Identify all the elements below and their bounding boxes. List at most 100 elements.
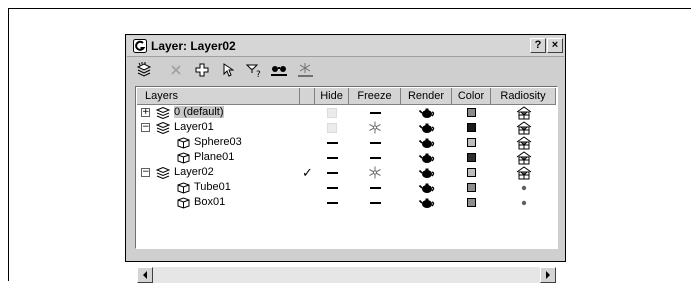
row-name[interactable]: Box01 bbox=[194, 196, 225, 208]
layer-icon bbox=[155, 120, 171, 135]
color-swatch-cell[interactable] bbox=[452, 135, 491, 150]
color-swatch-cell[interactable] bbox=[452, 105, 491, 120]
color-swatch bbox=[467, 153, 476, 162]
render-toggle[interactable] bbox=[401, 105, 452, 120]
row-name[interactable]: Layer01 bbox=[174, 121, 214, 133]
column-header-radiosity[interactable]: Radiosity bbox=[491, 88, 556, 105]
render-toggle[interactable] bbox=[401, 195, 452, 210]
create-layer-icon[interactable] bbox=[134, 60, 154, 80]
expand-toggle[interactable]: + bbox=[141, 108, 150, 117]
object-icon bbox=[175, 135, 191, 150]
active-layer-checkmark[interactable] bbox=[300, 105, 315, 120]
radiosity-toggle[interactable] bbox=[491, 195, 556, 210]
active-layer-checkmark[interactable] bbox=[300, 180, 315, 195]
select-objects-icon[interactable] bbox=[218, 60, 238, 80]
radiosity-toggle[interactable] bbox=[491, 120, 556, 135]
hide-toggle[interactable] bbox=[315, 135, 349, 150]
hide-toggle[interactable] bbox=[315, 120, 349, 135]
row-name[interactable]: Plane01 bbox=[194, 151, 234, 163]
column-header-hide[interactable]: Hide bbox=[315, 88, 349, 105]
row-name[interactable]: Sphere03 bbox=[194, 136, 242, 148]
color-swatch-cell[interactable] bbox=[452, 150, 491, 165]
column-header-render[interactable]: Render bbox=[401, 88, 452, 105]
render-toggle[interactable] bbox=[401, 165, 452, 180]
hide-toggle[interactable] bbox=[315, 105, 349, 120]
column-header-layers[interactable]: Layers bbox=[137, 88, 300, 105]
radiosity-toggle[interactable] bbox=[491, 165, 556, 180]
freeze-toggle[interactable] bbox=[349, 135, 401, 150]
color-swatch bbox=[467, 168, 476, 177]
expand-toggle[interactable]: − bbox=[141, 123, 150, 132]
title-bar[interactable]: Layer: Layer02 ? × bbox=[127, 36, 564, 57]
freeze-toggle[interactable] bbox=[349, 195, 401, 210]
freeze-toggle[interactable] bbox=[349, 105, 401, 120]
list-rows: +0 (default) − Layer01 Sphere03 Plane01 − Laye… bbox=[137, 105, 556, 210]
render-toggle[interactable] bbox=[401, 180, 452, 195]
active-layer-checkmark[interactable]: ✓ bbox=[300, 165, 315, 180]
add-to-layer-icon[interactable] bbox=[192, 60, 212, 80]
active-layer-checkmark[interactable] bbox=[300, 120, 315, 135]
radiosity-toggle[interactable] bbox=[491, 150, 556, 165]
hide-toggle[interactable] bbox=[315, 165, 349, 180]
layer-toolbar: ? bbox=[134, 58, 394, 84]
freeze-all-icon[interactable] bbox=[296, 60, 316, 80]
arrow-left-icon bbox=[143, 271, 147, 279]
table-row[interactable]: Sphere03 bbox=[137, 135, 556, 150]
color-swatch-cell[interactable] bbox=[452, 180, 491, 195]
close-button[interactable]: × bbox=[547, 38, 563, 53]
radiosity-toggle[interactable] bbox=[491, 180, 556, 195]
freeze-toggle[interactable] bbox=[349, 180, 401, 195]
freeze-toggle[interactable] bbox=[349, 165, 401, 180]
layer-list: Layers Hide Freeze Render Color Radiosit… bbox=[135, 86, 558, 283]
column-header-active[interactable] bbox=[300, 88, 315, 105]
dash-icon bbox=[326, 156, 338, 159]
dot-icon bbox=[521, 200, 527, 206]
highlight-layer-icon[interactable]: ? bbox=[244, 60, 264, 80]
column-header-freeze[interactable]: Freeze bbox=[349, 88, 401, 105]
table-row[interactable]: Plane01 bbox=[137, 150, 556, 165]
render-toggle[interactable] bbox=[401, 150, 452, 165]
active-layer-checkmark[interactable] bbox=[300, 135, 315, 150]
color-swatch-cell[interactable] bbox=[452, 195, 491, 210]
table-row[interactable]: − Layer02 ✓ bbox=[137, 165, 556, 180]
dash-icon bbox=[326, 201, 338, 204]
table-row[interactable]: +0 (default) bbox=[137, 105, 556, 120]
color-swatch-cell[interactable] bbox=[452, 120, 491, 135]
table-row[interactable]: Box01 bbox=[137, 195, 556, 210]
teapot-icon bbox=[418, 152, 435, 164]
svg-text:?: ? bbox=[256, 70, 261, 78]
teapot-icon bbox=[418, 137, 435, 149]
freeze-toggle[interactable] bbox=[349, 150, 401, 165]
render-toggle[interactable] bbox=[401, 120, 452, 135]
snowflake-icon bbox=[368, 166, 382, 179]
delete-layer-icon[interactable] bbox=[166, 60, 186, 80]
row-name[interactable]: 0 (default) bbox=[174, 106, 224, 118]
help-button[interactable]: ? bbox=[530, 38, 546, 53]
object-icon bbox=[175, 195, 191, 210]
frame-border-left bbox=[8, 8, 9, 281]
column-header-color[interactable]: Color bbox=[452, 88, 491, 105]
hide-toggle[interactable] bbox=[315, 150, 349, 165]
row-name[interactable]: Layer02 bbox=[174, 166, 214, 178]
expand-toggle[interactable]: − bbox=[141, 168, 150, 177]
color-swatch-cell[interactable] bbox=[452, 165, 491, 180]
render-toggle[interactable] bbox=[401, 135, 452, 150]
hide-toggle[interactable] bbox=[315, 180, 349, 195]
active-layer-checkmark[interactable] bbox=[300, 150, 315, 165]
row-name[interactable]: Tube01 bbox=[194, 181, 231, 193]
teapot-icon bbox=[418, 107, 435, 119]
table-row[interactable]: − Layer01 bbox=[137, 120, 556, 135]
hide-toggle[interactable] bbox=[315, 195, 349, 210]
table-row[interactable]: Tube01 bbox=[137, 180, 556, 195]
radiosity-toggle[interactable] bbox=[491, 105, 556, 120]
radiosity-house-icon bbox=[516, 120, 532, 135]
dash-icon bbox=[369, 156, 381, 159]
freeze-toggle[interactable] bbox=[349, 120, 401, 135]
radiosity-toggle[interactable] bbox=[491, 135, 556, 150]
layer-icon bbox=[155, 105, 171, 120]
dash-icon bbox=[326, 141, 338, 144]
teapot-icon bbox=[418, 167, 435, 179]
active-layer-checkmark[interactable] bbox=[300, 195, 315, 210]
radiosity-house-icon bbox=[516, 135, 532, 150]
hide-all-icon[interactable] bbox=[269, 60, 289, 80]
